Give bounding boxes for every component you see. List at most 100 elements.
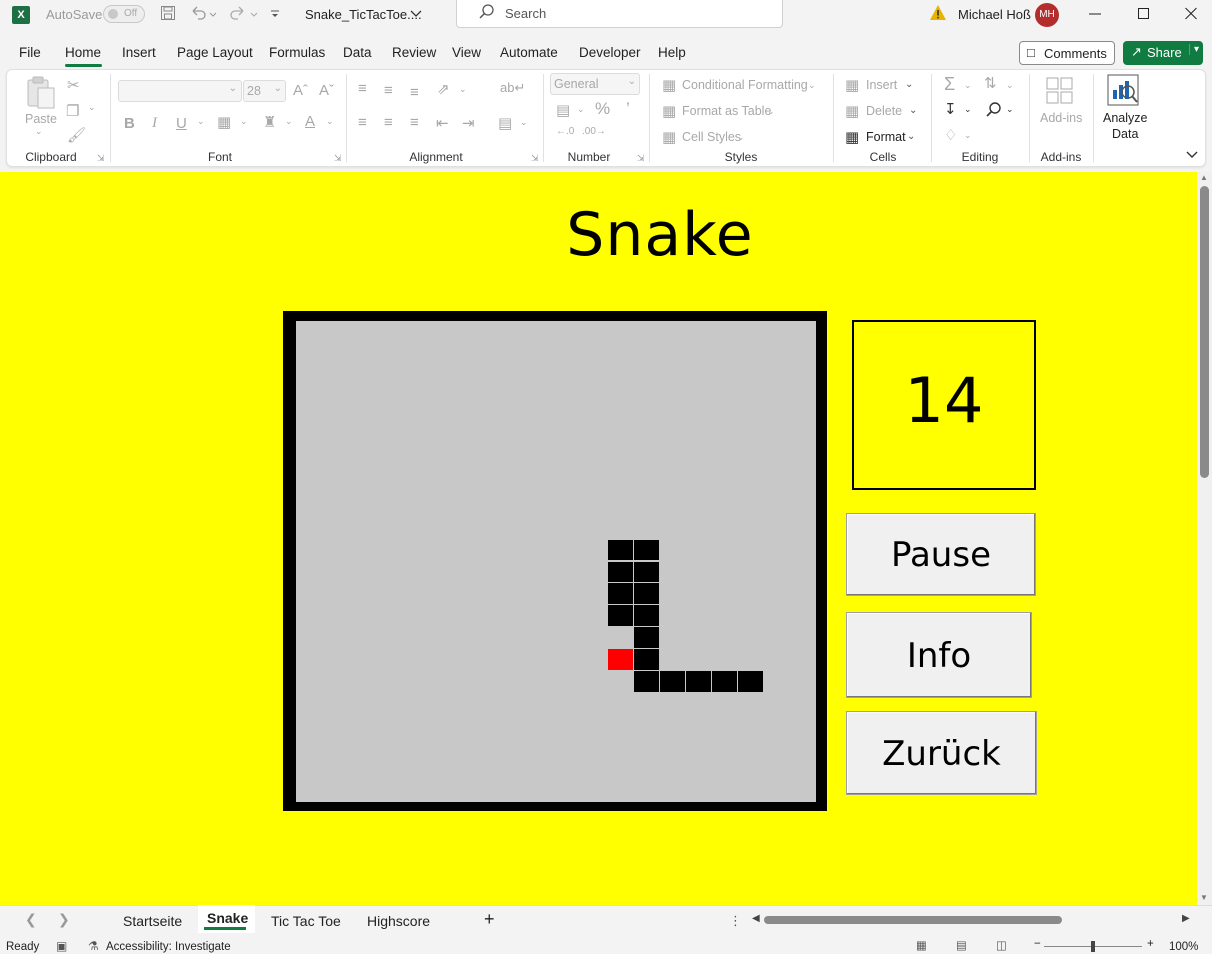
more-options-icon[interactable]: ⋮ bbox=[729, 913, 742, 929]
insert-cells-button[interactable]: Insert bbox=[866, 78, 897, 92]
file-name[interactable]: Snake_TicTacToe.... bbox=[305, 7, 422, 22]
tab-insert[interactable]: Insert bbox=[122, 45, 156, 60]
paste-dropdown-icon[interactable]: ⌄ bbox=[35, 126, 43, 137]
cell-styles-button[interactable]: Cell Styles bbox=[682, 130, 741, 144]
accessibility-icon[interactable]: ⚗ bbox=[88, 939, 99, 953]
add-sheet-button[interactable]: + bbox=[484, 909, 495, 930]
tab-developer[interactable]: Developer bbox=[579, 45, 641, 60]
decrease-font-icon: Aˇ bbox=[319, 82, 334, 99]
save-icon[interactable] bbox=[160, 5, 176, 26]
sheet-tab-highscore[interactable]: Highscore bbox=[367, 913, 430, 929]
number-launcher-icon[interactable]: ⇲ bbox=[637, 153, 645, 164]
sheet-tab-startseite[interactable]: Startseite bbox=[123, 913, 182, 929]
clear-icon: ♢ bbox=[944, 127, 958, 144]
next-sheet-icon[interactable]: ❯ bbox=[58, 911, 70, 928]
close-icon[interactable] bbox=[1184, 4, 1198, 29]
tab-automate[interactable]: Automate bbox=[500, 45, 558, 60]
font-name-select[interactable]: ⌄ bbox=[118, 80, 242, 102]
tab-page-layout[interactable]: Page Layout bbox=[177, 45, 253, 60]
tab-data[interactable]: Data bbox=[343, 45, 372, 60]
tab-formulas[interactable]: Formulas bbox=[269, 45, 325, 60]
scroll-right-icon[interactable]: ▶ bbox=[1182, 913, 1190, 924]
zoom-in-icon[interactable]: + bbox=[1147, 938, 1154, 950]
tab-view[interactable]: View bbox=[452, 45, 481, 60]
analyze-data-label-line2[interactable]: Data bbox=[1112, 127, 1138, 141]
share-button[interactable]: ↗ Share ▾ bbox=[1123, 41, 1203, 65]
page-layout-view-icon[interactable]: ▤ bbox=[956, 938, 967, 952]
addins-button[interactable]: Add-ins bbox=[1040, 111, 1082, 125]
tab-help[interactable]: Help bbox=[658, 45, 686, 60]
undo-icon[interactable] bbox=[190, 5, 217, 26]
paste-icon[interactable] bbox=[24, 76, 56, 113]
avatar[interactable]: MH bbox=[1035, 3, 1059, 27]
tab-review[interactable]: Review bbox=[392, 45, 436, 60]
pause-button[interactable]: Pause bbox=[846, 513, 1036, 596]
sort-filter-icon[interactable]: ⇅ bbox=[984, 74, 997, 92]
autosave-toggle[interactable]: Off bbox=[103, 5, 145, 23]
macro-record-icon[interactable]: ▣ bbox=[56, 939, 67, 953]
horizontal-scroll-thumb[interactable] bbox=[764, 916, 1062, 924]
prev-sheet-icon[interactable]: ❮ bbox=[25, 911, 37, 928]
chevron-down-icon: ⌄ bbox=[627, 76, 636, 87]
styles-group-label: Styles bbox=[724, 150, 758, 164]
zoom-out-icon[interactable]: − bbox=[1034, 938, 1041, 950]
sheet-tab-tic-tac-toe[interactable]: Tic Tac Toe bbox=[271, 913, 341, 929]
analyze-data-label[interactable]: Analyze bbox=[1103, 111, 1147, 125]
format-cells-button[interactable]: Format bbox=[866, 130, 906, 144]
search-box[interactable]: Search bbox=[456, 0, 783, 28]
autosum-icon[interactable]: Σ bbox=[944, 74, 955, 95]
analyze-data-icon[interactable] bbox=[1107, 74, 1141, 111]
info-button[interactable]: Info bbox=[846, 612, 1032, 698]
fill-dropdown-icon: ⌄ bbox=[285, 116, 293, 126]
clipboard-launcher-icon[interactable]: ⇲ bbox=[97, 153, 105, 164]
customize-quick-access-icon[interactable] bbox=[269, 5, 281, 26]
addins-icon bbox=[1045, 76, 1075, 109]
warning-icon[interactable] bbox=[929, 4, 947, 27]
vertical-scroll-thumb[interactable] bbox=[1200, 186, 1209, 478]
page-break-view-icon[interactable]: ◫ bbox=[996, 938, 1007, 952]
find-select-icon[interactable] bbox=[985, 101, 1003, 122]
delete-cells-button[interactable]: Delete bbox=[866, 104, 902, 118]
excel-logo-icon: X bbox=[12, 6, 30, 24]
sort-dropdown-icon[interactable]: ⌄ bbox=[1006, 80, 1014, 91]
find-dropdown-icon[interactable]: ⌄ bbox=[1006, 104, 1014, 115]
fill-dropdown-icon[interactable]: ⌄ bbox=[964, 104, 972, 115]
decrease-indent-icon: ⇤ bbox=[436, 115, 449, 132]
tab-file[interactable]: File bbox=[19, 45, 41, 60]
maximize-icon[interactable] bbox=[1137, 4, 1151, 29]
comments-button[interactable]: □ Comments bbox=[1019, 41, 1115, 65]
scroll-down-icon[interactable]: ▼ bbox=[1200, 893, 1208, 902]
paste-label[interactable]: Paste bbox=[25, 112, 57, 126]
normal-view-icon[interactable]: ▦ bbox=[916, 938, 927, 952]
format-as-table-button[interactable]: Format as Table bbox=[682, 104, 771, 118]
scroll-up-icon[interactable]: ▲ bbox=[1200, 173, 1208, 182]
zoom-level[interactable]: 100% bbox=[1169, 941, 1198, 953]
align-right-icon: ≡ bbox=[410, 114, 419, 131]
currency-icon: ▤ bbox=[556, 102, 571, 119]
minimize-icon[interactable] bbox=[1088, 4, 1102, 29]
autosum-dropdown-icon[interactable]: ⌄ bbox=[964, 80, 972, 91]
share-dropdown-icon[interactable]: ▾ bbox=[1188, 44, 1199, 55]
accessibility-status[interactable]: Accessibility: Investigate bbox=[106, 941, 231, 953]
chevron-down-icon: ⌄ bbox=[907, 131, 916, 142]
redo-icon[interactable] bbox=[229, 5, 259, 26]
scroll-left-icon[interactable]: ◀ bbox=[752, 913, 760, 924]
tab-home[interactable]: Home bbox=[65, 45, 101, 60]
fill-icon[interactable]: ↧ bbox=[944, 100, 957, 118]
collapse-ribbon-icon[interactable] bbox=[1186, 148, 1198, 163]
back-button[interactable]: Zurück bbox=[846, 711, 1037, 795]
number-format-select[interactable]: General ⌄ bbox=[550, 73, 640, 95]
conditional-formatting-button[interactable]: Conditional Formatting bbox=[682, 78, 808, 92]
merge-dropdown-icon: ⌄ bbox=[520, 117, 528, 127]
user-name[interactable]: Michael Hoß bbox=[958, 7, 1031, 22]
clipboard-group-label: Clipboard bbox=[25, 150, 77, 164]
alignment-launcher-icon[interactable]: ⇲ bbox=[531, 153, 539, 164]
font-size-select[interactable]: 28 ⌄ bbox=[243, 80, 286, 102]
sheet-tab-snake[interactable]: Snake bbox=[207, 910, 248, 926]
ribbon-divider bbox=[649, 74, 650, 162]
filename-chevron-icon[interactable] bbox=[410, 6, 422, 25]
font-launcher-icon[interactable]: ⇲ bbox=[334, 153, 342, 164]
underline-icon: U bbox=[176, 115, 187, 132]
zoom-slider-thumb[interactable] bbox=[1091, 941, 1095, 952]
editing-group-label: Editing bbox=[961, 150, 999, 164]
